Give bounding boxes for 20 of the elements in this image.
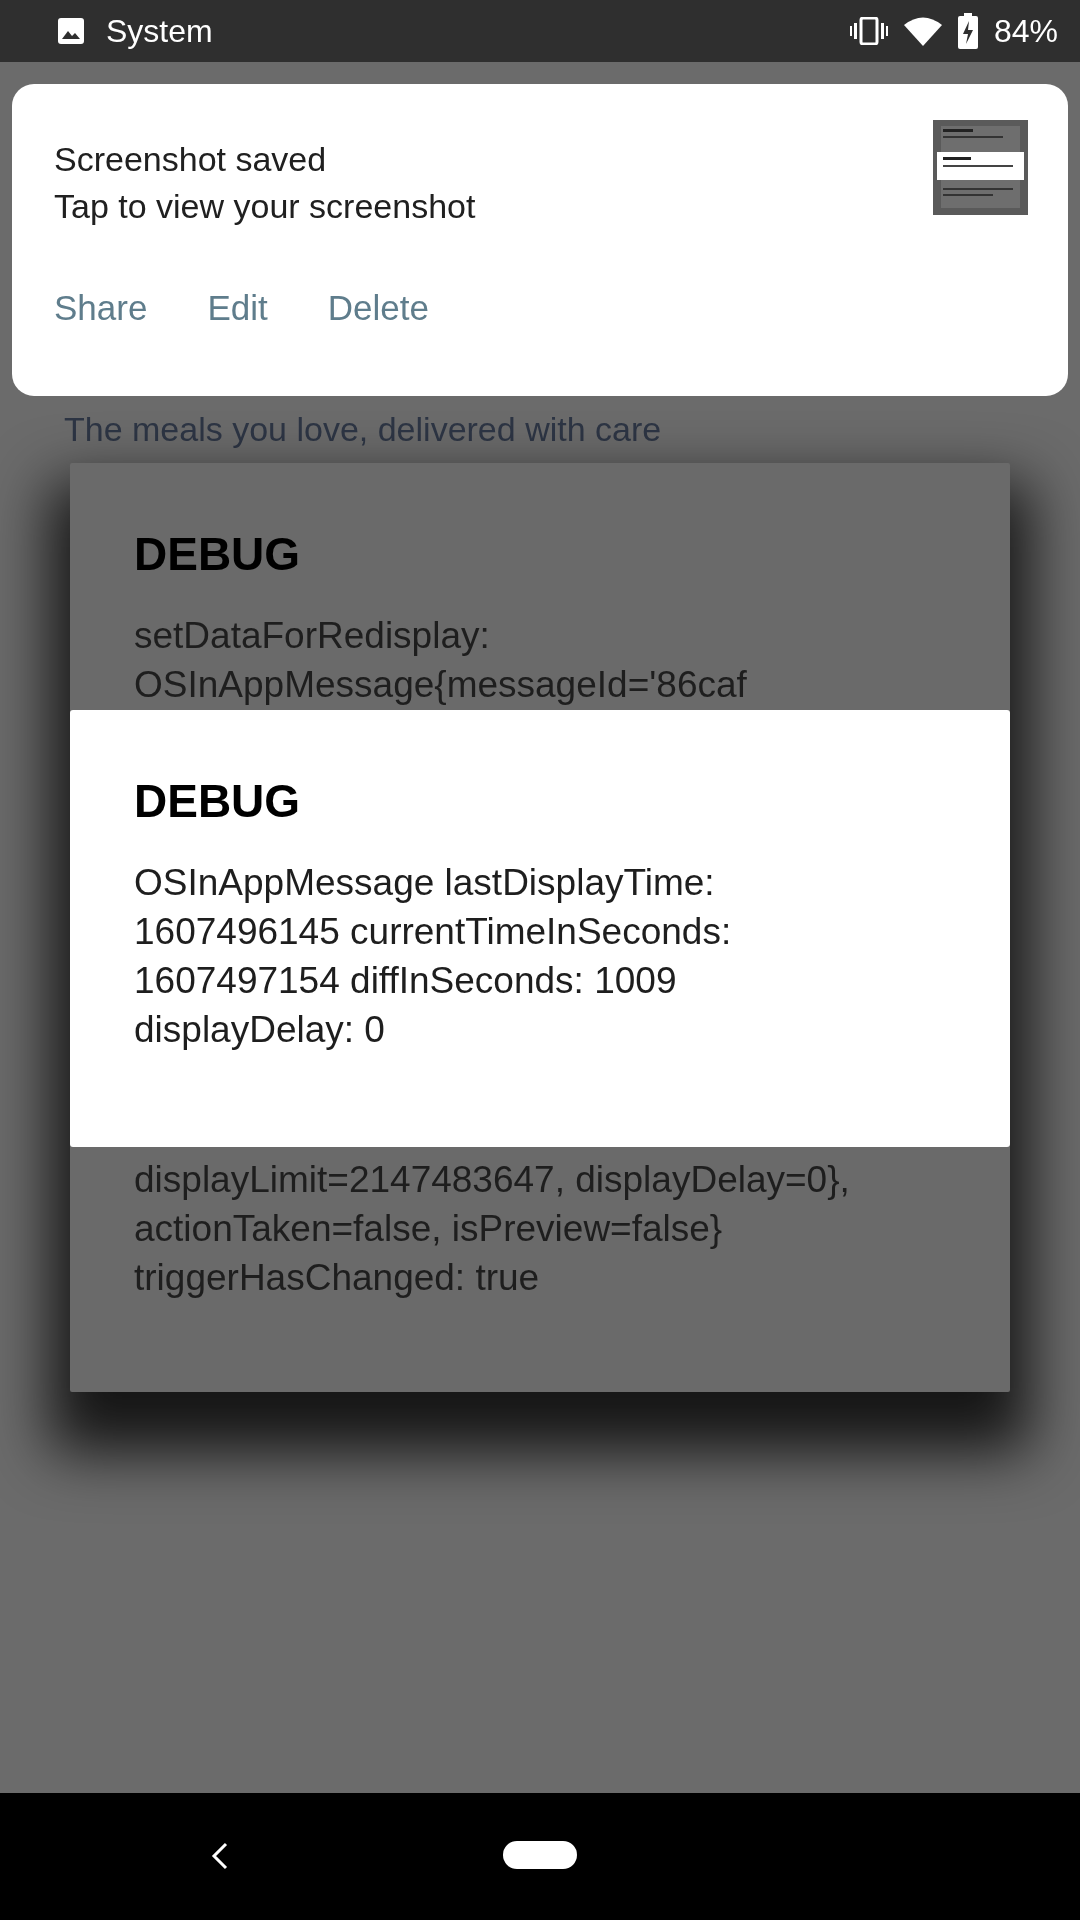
notification-title: Screenshot saved <box>54 140 328 179</box>
wifi-icon <box>903 16 942 46</box>
notification-text: Tap to view your screenshot <box>54 187 476 226</box>
dialog-title: DEBUG <box>134 527 302 581</box>
notification-action[interactable]: Delete <box>327 288 429 328</box>
dialog-message: OSInAppMessage lastDisplayTime: 1607496145 currentTimeInSeconds: 1607497154 diffInSeconds: 1009 displayDelay: 0 <box>134 861 733 1052</box>
battery-charging-icon <box>957 13 978 49</box>
image-icon <box>56 16 86 46</box>
tagline: The meals you love, delivered with care <box>64 410 663 449</box>
notification-action[interactable]: Edit <box>207 288 268 328</box>
back-icon[interactable] <box>210 1842 230 1870</box>
app-label: System <box>106 12 213 50</box>
dialog-title: DEBUG <box>134 774 302 828</box>
notification-action[interactable]: Share <box>54 288 148 328</box>
vibrate-icon <box>849 17 888 45</box>
home-button[interactable] <box>503 1841 577 1869</box>
battery-percent: 84% <box>993 12 1058 50</box>
notification-card[interactable]: Screenshot saved Tap to view your screenshot Share Edit Delete <box>12 84 1068 396</box>
dialog-message: displayLimit=2147483647, displayDelay=0}, actionTaken=false, isPreview=false} triggerHasChanged: true <box>134 1158 851 1300</box>
dialog-message: setDataForRedisplay: OSInAppMessage{messageId='86caf <box>134 614 748 707</box>
